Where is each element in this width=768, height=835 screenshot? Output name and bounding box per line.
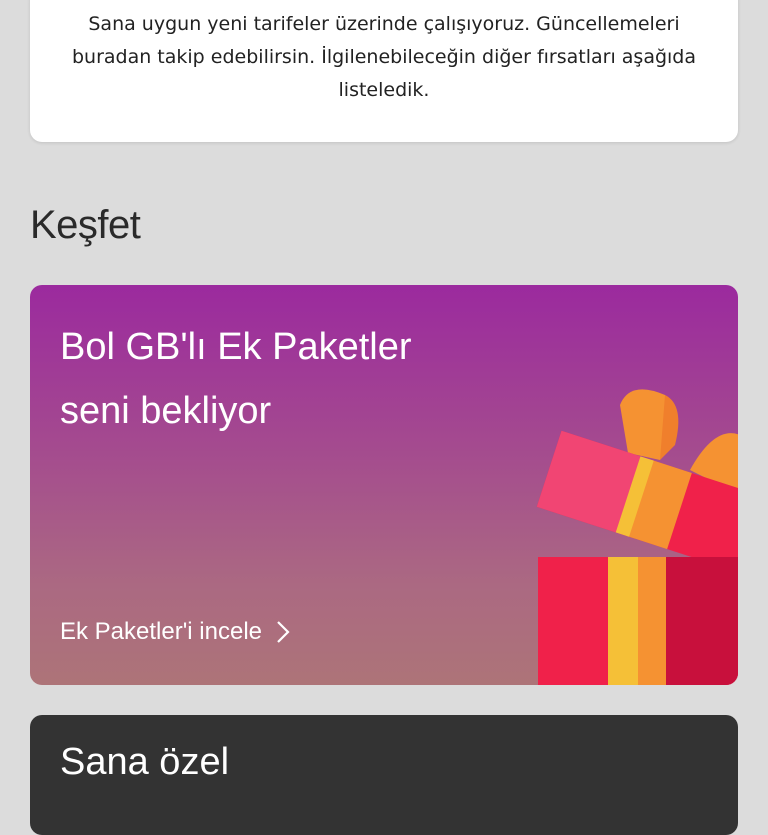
promo-title-line: Bol GB'lı Ek Paketler [60, 326, 412, 368]
gift-icon [536, 389, 738, 685]
promo-title: Bol GB'lı Ek Paketler seni bekliyor [60, 315, 412, 443]
promo-title-line: seni bekliyor [60, 390, 272, 432]
promo-link-label: Ek Paketler'i incele [60, 618, 263, 645]
info-line: Sana uygun yeni tarifeler üzerinde çalış… [88, 13, 680, 35]
info-line: buradan takip edebilirsin. İlgilenebilec… [71, 46, 697, 68]
info-card: Sana uygun yeni tarifeler üzerinde çalış… [30, 0, 738, 142]
extra-packages-promo-card[interactable]: Bol GB'lı Ek Paketler seni bekliyor Ek P… [30, 285, 738, 685]
chevron-right-icon [277, 621, 290, 643]
view-extra-packages-link[interactable]: Ek Paketler'i incele [60, 618, 294, 646]
info-message: Sana uygun yeni tarifeler üzerinde çalış… [40, 8, 728, 107]
special-offers-title: Sana özel [60, 741, 230, 783]
special-offers-card[interactable]: Sana özel [30, 715, 738, 835]
discover-section-title: Keşfet [30, 203, 141, 247]
info-line: listeledik. [338, 79, 430, 101]
